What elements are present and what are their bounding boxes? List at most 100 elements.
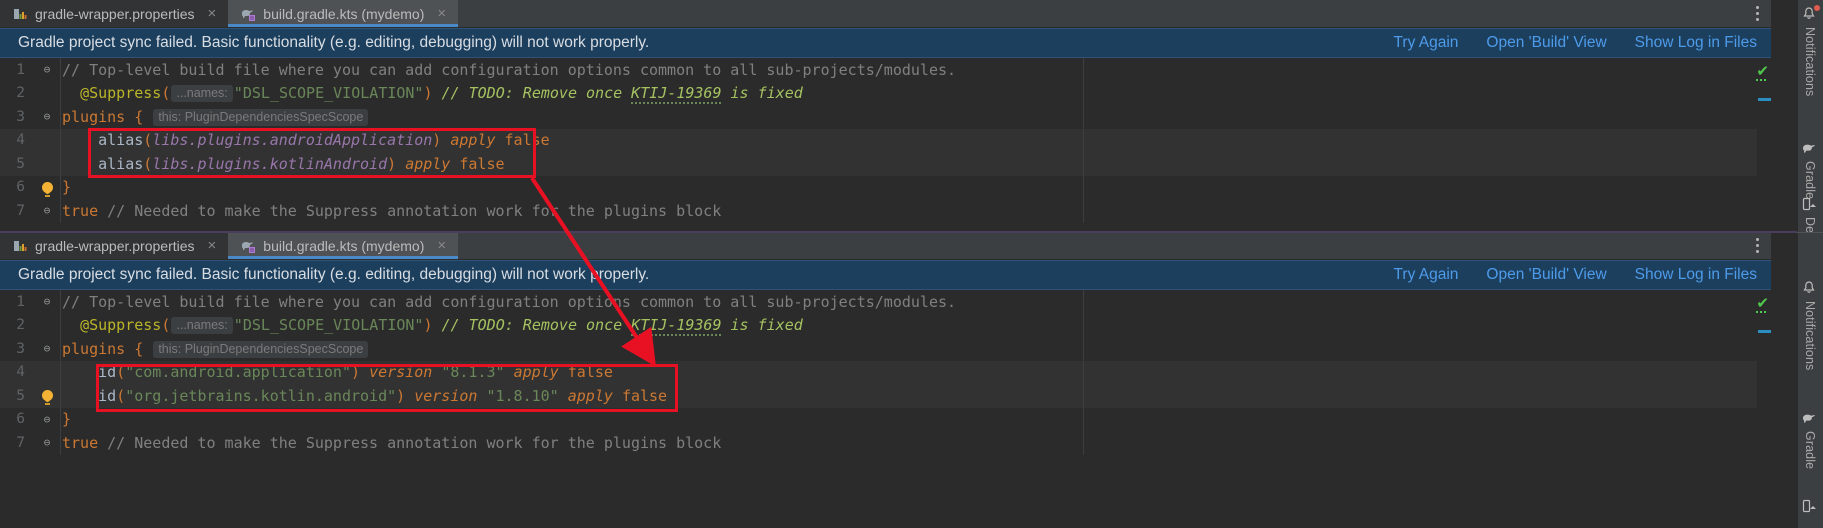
code-token: plugins [62, 107, 126, 126]
tab-gradle-wrapper-properties-top[interactable]: gradle-wrapper.properties × [0, 0, 229, 27]
gutter-icons[interactable]: ⊖ [34, 58, 60, 82]
close-icon[interactable]: × [435, 238, 448, 253]
inlay-hint[interactable]: this: PluginDependenciesSpecScope [153, 340, 369, 358]
try-again-link[interactable]: Try Again [1394, 266, 1459, 284]
code-token: ( [116, 386, 126, 405]
gutter-icons[interactable] [34, 314, 60, 338]
gutter-icons[interactable]: ⊖ [34, 431, 60, 455]
tab-build-gradle-kts-top[interactable]: build.gradle.kts (mydemo) × [228, 0, 459, 27]
code-line-text: @Suppress(...names: "DSL_SCOPE_VIOLATION"… [60, 316, 1771, 337]
tool-device-manager-top[interactable]: De [1797, 196, 1823, 233]
tool-notifications-top[interactable]: Notifications [1797, 5, 1823, 96]
gutter-icons[interactable]: ⊖ [34, 105, 60, 129]
tool-gradle-top[interactable]: Gradle [1797, 140, 1823, 199]
gutter-icons[interactable] [34, 129, 60, 153]
inspection-markers-bottom[interactable]: ✔ [1756, 290, 1771, 455]
editor-panel-top-inner: gradle-wrapper.properties × build.gradle… [0, 0, 1771, 232]
code-token: ) [351, 363, 361, 382]
code-line[interactable]: 6} [0, 176, 1771, 200]
code-line[interactable]: 5 alias(libs.plugins.kotlinAndroid) appl… [0, 152, 1771, 176]
marker-dash[interactable] [1758, 330, 1771, 333]
close-icon[interactable]: × [206, 6, 219, 21]
code-fold-icon[interactable]: ⊖ [44, 414, 51, 425]
tool-device-manager-bottom[interactable] [1797, 498, 1823, 516]
line-number: 7 [16, 202, 25, 219]
inlay-hint[interactable]: this: PluginDependenciesSpecScope [153, 108, 369, 126]
inspection-markers-top[interactable]: ✔ [1756, 58, 1771, 223]
gutter-icons[interactable] [34, 384, 60, 408]
code-token: ) [396, 386, 406, 405]
tool-notifications-bottom[interactable]: Notifications [1797, 280, 1823, 370]
gutter-icons[interactable]: ⊖ [34, 337, 60, 361]
gutter-icons[interactable] [34, 152, 60, 176]
more-options-icon[interactable] [1743, 0, 1771, 27]
code-fold-icon[interactable]: ⊖ [44, 296, 51, 307]
gutter-icons[interactable]: ⊖ [34, 408, 60, 432]
code-line[interactable]: 2 @Suppress(...names: "DSL_SCOPE_VIOLATIO… [0, 82, 1771, 106]
more-options-icon[interactable] [1743, 232, 1771, 259]
editor-tabbar-top: gradle-wrapper.properties × build.gradle… [0, 0, 1771, 28]
code-token: // Top-level build file where you can ad… [62, 60, 957, 79]
code-fold-icon[interactable]: ⊖ [44, 111, 51, 122]
gutter-icons[interactable]: ⊖ [34, 290, 60, 314]
inspection-ok-icon: ✔ [1756, 62, 1769, 81]
gradle-kts-icon [240, 238, 256, 254]
open-build-view-link[interactable]: Open 'Build' View [1486, 34, 1606, 52]
code-token: @Suppress [80, 316, 162, 335]
code-token: "com.android.application" [125, 363, 351, 382]
try-again-link[interactable]: Try Again [1394, 34, 1459, 52]
gutter-icons[interactable] [34, 82, 60, 106]
line-number: 4 [16, 364, 25, 381]
gutter-icons[interactable]: ⊖ [34, 199, 60, 223]
code-line[interactable]: 2 @Suppress(...names: "DSL_SCOPE_VIOLATIO… [0, 314, 1771, 338]
code-line[interactable]: 4 id("com.android.application") version … [0, 360, 1771, 385]
code-token: true [62, 201, 99, 220]
lightbulb-icon[interactable] [41, 390, 53, 406]
code-line[interactable]: 5 id("org.jetbrains.kotlin.android") ver… [0, 384, 1771, 408]
marker-dash[interactable] [1758, 98, 1771, 101]
inlay-hint[interactable]: ...names: [171, 85, 233, 103]
code-fold-icon[interactable]: ⊖ [44, 205, 51, 216]
code-line[interactable]: 1 ⊖ // Top-level build file where you can … [0, 58, 1771, 82]
code-line[interactable]: 3 ⊖ plugins { this: PluginDependenciesSpec… [0, 105, 1771, 129]
tab-build-gradle-kts-bottom[interactable]: build.gradle.kts (mydemo) × [228, 232, 459, 259]
tab-label: gradle-wrapper.properties [35, 237, 195, 254]
inlay-hint[interactable]: ...names: [171, 317, 233, 335]
code-fold-icon[interactable]: ⊖ [44, 343, 51, 354]
code-line[interactable]: 7 ⊖ true // Needed to make the Suppress an… [0, 199, 1771, 223]
tab-gradle-wrapper-properties-bottom[interactable]: gradle-wrapper.properties × [0, 232, 229, 259]
code-editor-top[interactable]: 1 ⊖ // Top-level build file where you can … [0, 58, 1771, 223]
close-icon[interactable]: × [206, 238, 219, 253]
code-line[interactable]: 3 ⊖ plugins { this: PluginDependenciesSpec… [0, 337, 1771, 361]
code-token: true [62, 433, 99, 452]
tab-label: build.gradle.kts (mydemo) [263, 237, 425, 254]
code-line[interactable]: 4 alias(libs.plugins.androidApplication)… [0, 128, 1771, 153]
code-fold-icon[interactable]: ⊖ [44, 437, 51, 448]
code-line[interactable]: 6 ⊖} [0, 408, 1771, 432]
code-line[interactable]: 1 ⊖ // Top-level build file where you can … [0, 290, 1771, 314]
tool-label: De [1803, 217, 1817, 234]
show-log-in-files-link[interactable]: Show Log in Files [1635, 266, 1757, 284]
show-log-in-files-link[interactable]: Show Log in Files [1635, 34, 1757, 52]
close-icon[interactable]: × [435, 6, 448, 21]
gutter-icons[interactable] [34, 361, 60, 385]
editor-panel-top: gradle-wrapper.properties × build.gradle… [0, 0, 1823, 232]
code-fold-icon[interactable]: ⊖ [44, 64, 51, 75]
code-editor-bottom[interactable]: 1 ⊖ // Top-level build file where you can … [0, 290, 1771, 455]
editor-tabbar-bottom: gradle-wrapper.properties × build.gradle… [0, 232, 1771, 260]
bell-icon [1801, 5, 1820, 24]
open-build-view-link[interactable]: Open 'Build' View [1486, 266, 1606, 284]
code-line[interactable]: 7 ⊖ true // Needed to make the Suppress an… [0, 431, 1771, 455]
code-token: ( [143, 131, 153, 150]
gutter-icons[interactable] [34, 176, 60, 200]
tool-gradle-bottom[interactable]: Gradle [1797, 410, 1823, 469]
code-token: // Needed to make the Suppress annotatio… [107, 433, 722, 452]
lightbulb-icon[interactable] [41, 181, 53, 197]
